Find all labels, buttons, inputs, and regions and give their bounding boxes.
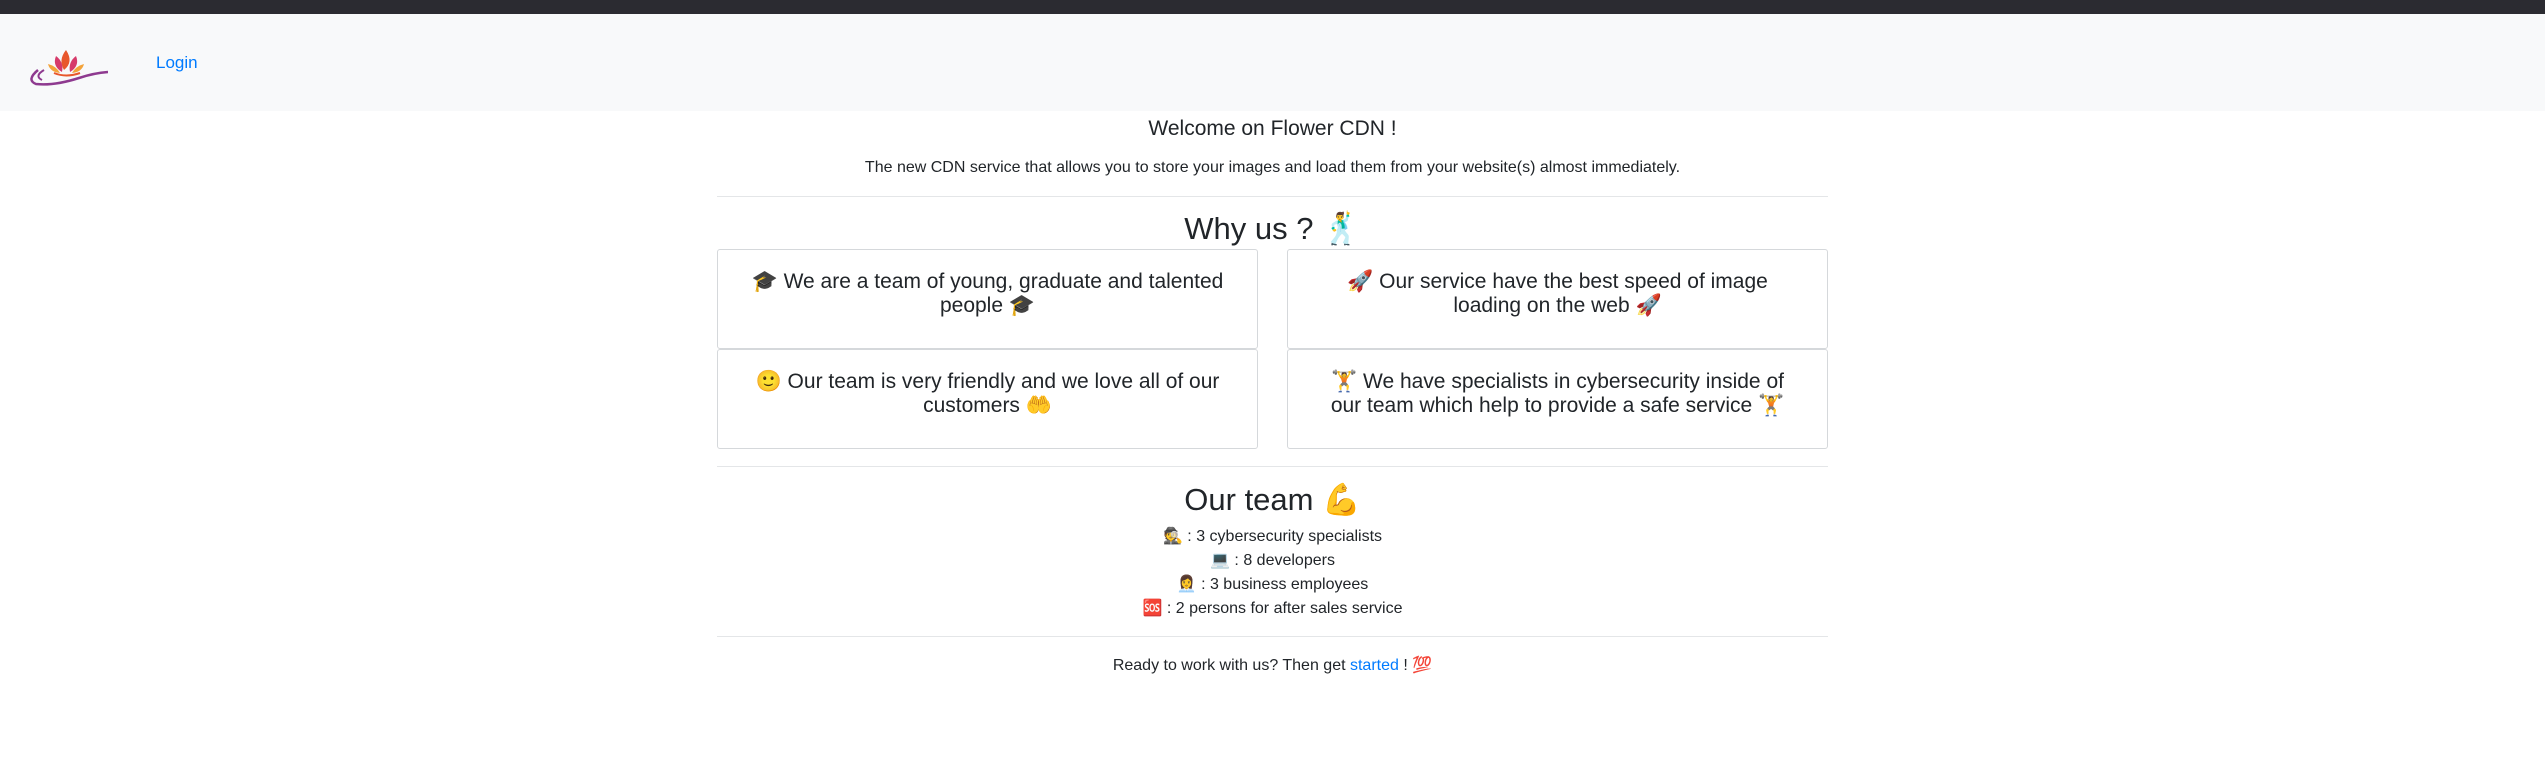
team-item-after-sales: 🆘 : 2 persons for after sales service <box>1142 600 1403 617</box>
card-speed: 🚀 Our service have the best speed of ima… <box>1287 249 1828 349</box>
why-us-grid: 🎓 We are a team of young, graduate and t… <box>717 249 1828 449</box>
card-cybersecurity: 🏋 We have specialists in cybersecurity i… <box>1287 349 1828 449</box>
team-item-developers: 💻 : 8 developers <box>1210 552 1335 569</box>
started-link[interactable]: started <box>1350 657 1399 674</box>
why-us-title: Why us ? 🕺 <box>1184 211 1361 246</box>
lotus-logo-icon[interactable] <box>24 40 108 86</box>
navbar: Login <box>0 14 2545 111</box>
footer-prefix: Ready to work with us? Then get <box>1112 657 1350 674</box>
welcome-lead: The new CDN service that allows you to s… <box>864 159 1681 176</box>
team-list: 🕵 : 3 cybersecurity specialists 💻 : 8 de… <box>717 525 1828 621</box>
card-graduate-team: 🎓 We are a team of young, graduate and t… <box>717 249 1258 349</box>
team-item-cybersecurity: 🕵 : 3 cybersecurity specialists <box>1162 528 1383 545</box>
card-friendly: 🙂 Our team is very friendly and we love … <box>717 349 1258 449</box>
divider <box>717 466 1828 467</box>
footer-cta: Ready to work with us? Then get started … <box>717 655 1828 677</box>
welcome-title: Welcome on Flower CDN ! <box>1148 117 1397 140</box>
main-content: Welcome on Flower CDN ! The new CDN serv… <box>717 114 1828 677</box>
footer-suffix: ! 💯 <box>1398 657 1433 674</box>
divider <box>717 196 1828 197</box>
top-strip <box>0 0 2545 14</box>
team-item-business: 👩‍💼 : 3 business employees <box>1176 576 1369 593</box>
login-link[interactable]: Login <box>156 53 198 73</box>
divider <box>717 636 1828 637</box>
our-team-title: Our team 💪 <box>1184 482 1361 517</box>
